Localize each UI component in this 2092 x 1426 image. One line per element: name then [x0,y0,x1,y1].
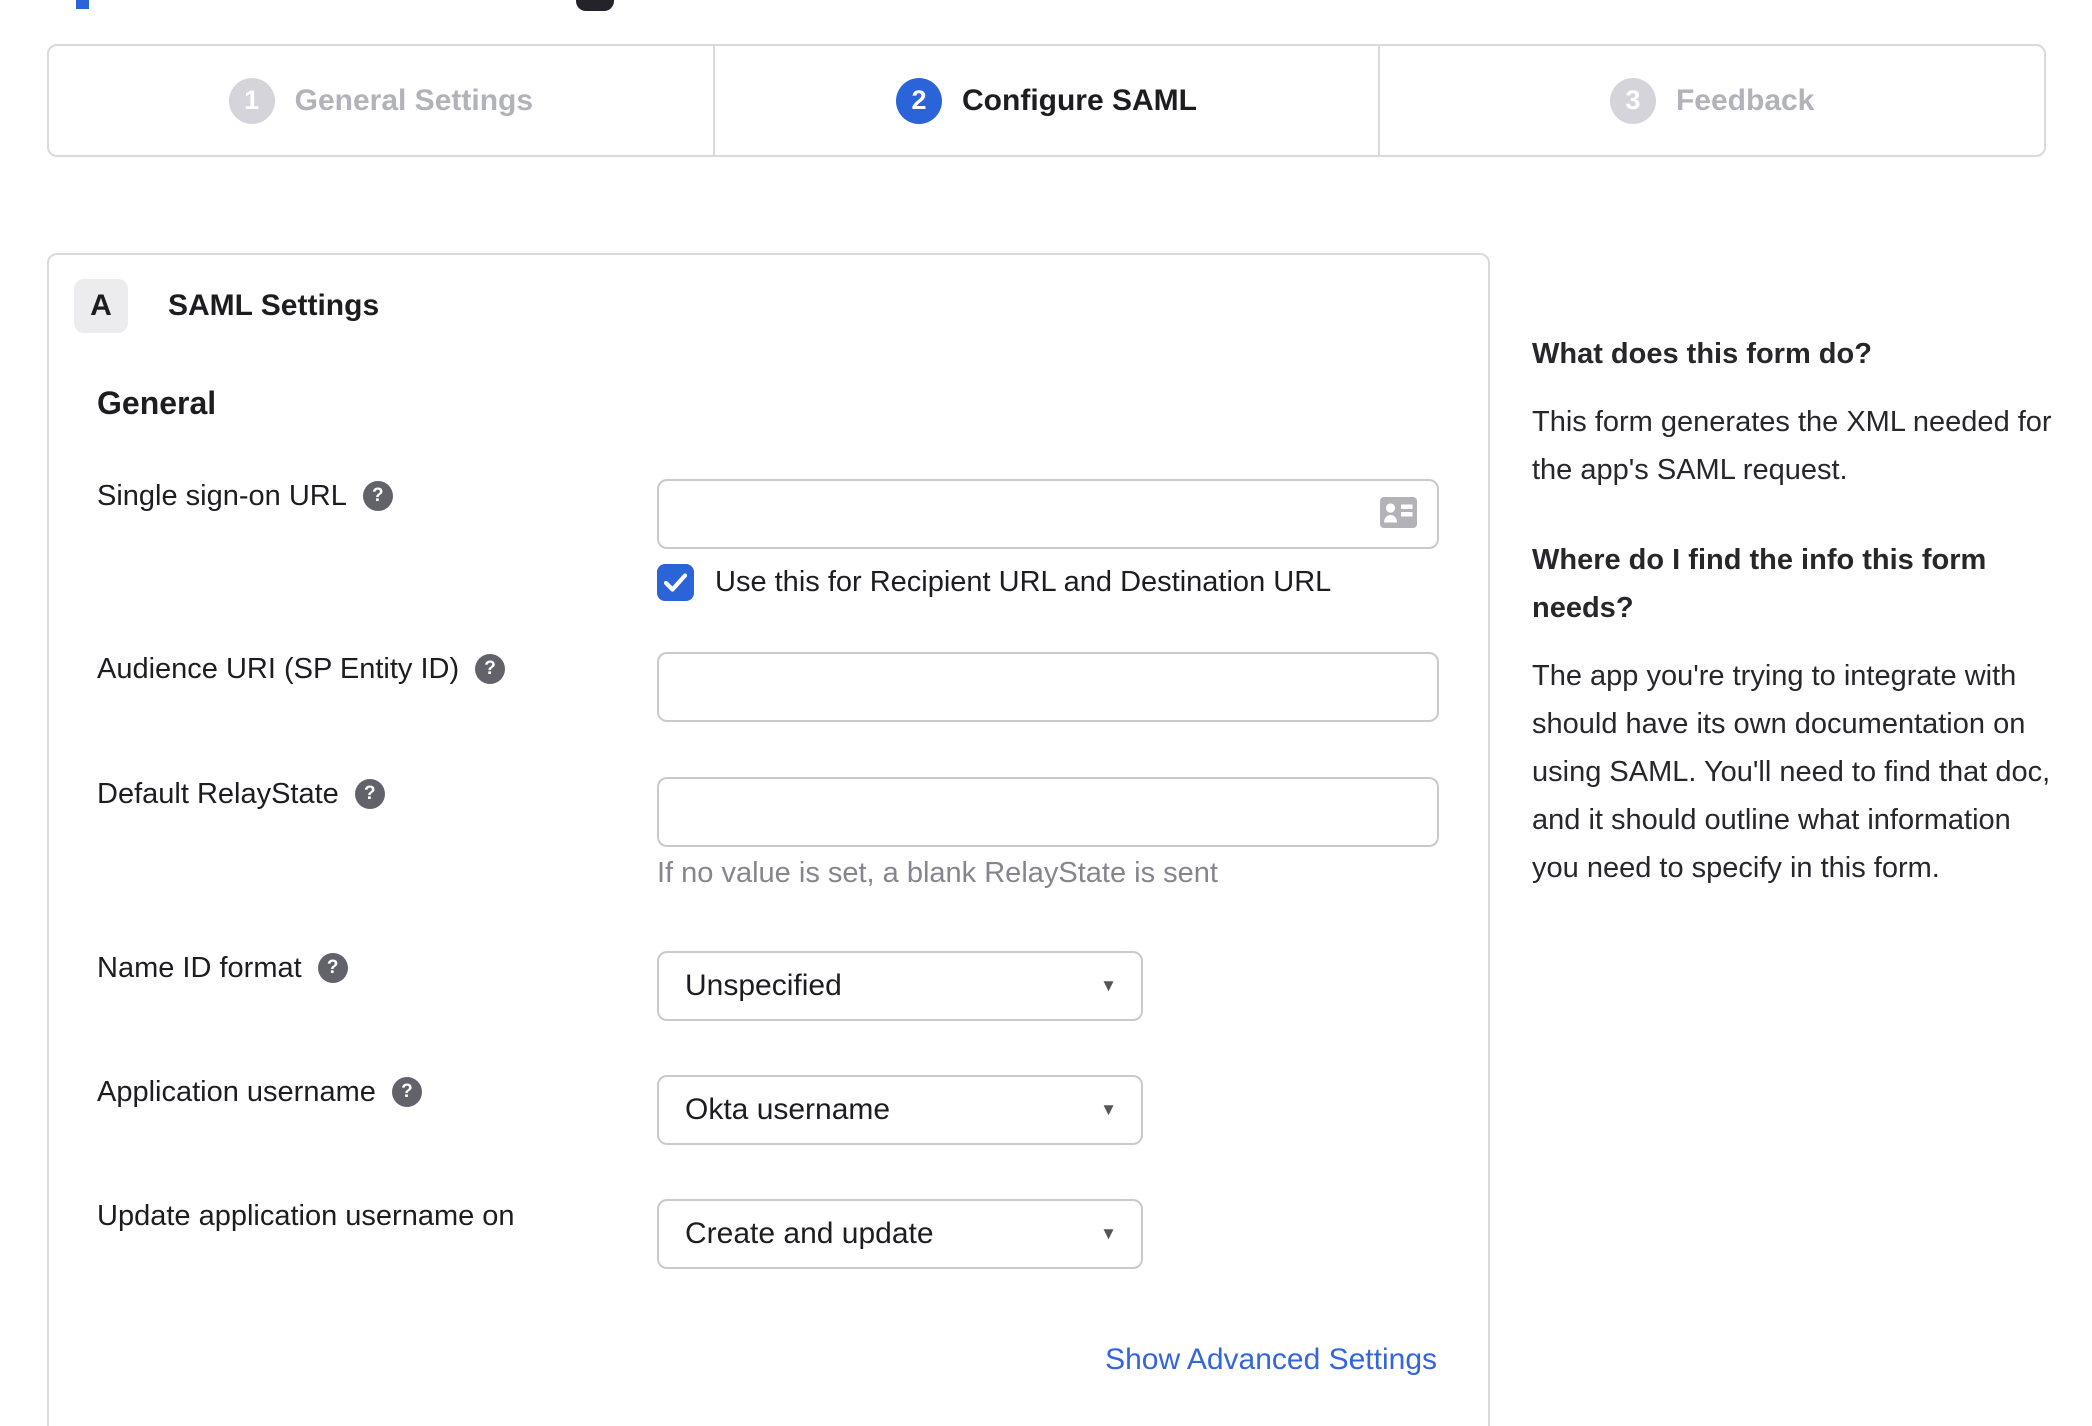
help-icon[interactable]: ? [391,1077,422,1107]
chevron-down-icon: ▼ [1100,1224,1117,1243]
step-number-badge: 3 [1609,77,1656,124]
help-section-what: What does this form do? This form genera… [1532,330,2056,494]
use-for-recipient-destination-checkbox[interactable] [657,564,694,601]
contact-card-icon [1380,497,1417,528]
help-body: This form generates the XML needed for t… [1532,406,2052,486]
help-icon[interactable]: ? [475,654,506,684]
relaystate-hint: If no value is set, a blank RelayState i… [657,857,1218,889]
step-label: Configure SAML [962,83,1197,117]
checkbox-label: Use this for Recipient URL and Destinati… [715,566,1332,598]
help-body: The app you're trying to integrate with … [1532,660,2051,884]
default-relaystate-input[interactable] [657,777,1439,847]
panel-header: A SAML Settings [49,255,1488,333]
update-application-username-label: Update application username on [97,1200,515,1232]
help-heading: Where do I find the info this form needs… [1532,544,1987,624]
name-id-format-row: Name ID format ? Unspecified ▼ [97,951,1488,1021]
step-label: General Settings [294,83,534,117]
step-feedback[interactable]: 3 Feedback [1378,46,2044,155]
single-sign-on-url-input[interactable] [657,479,1439,549]
help-icon[interactable]: ? [317,953,348,983]
step-label: Feedback [1675,83,1815,117]
help-sidebar: What does this form do? This form genera… [1532,330,2056,892]
update-application-username-row: Update application username on Create an… [97,1199,1488,1269]
section-a-badge: A [74,279,128,333]
step-number-badge: 1 [228,77,275,124]
show-advanced-settings-link[interactable]: Show Advanced Settings [1105,1343,1437,1376]
audience-uri-row: Audience URI (SP Entity ID) ? [97,652,1488,722]
advanced-settings-row: Show Advanced Settings [97,1343,1488,1377]
default-relaystate-row: Default RelayState ? If no value is set,… [97,777,1488,890]
cutoff-dark-artifact [576,0,614,11]
chevron-down-icon: ▼ [1100,1100,1117,1119]
checkmark-icon [664,573,687,592]
help-heading: What does this form do? [1532,338,1872,370]
cutoff-blue-artifact [76,0,89,9]
general-section-title: General [97,385,217,421]
audience-uri-input[interactable] [657,652,1439,722]
single-sign-on-url-label: Single sign-on URL [97,480,347,512]
application-username-select[interactable]: Okta username ▼ [657,1075,1143,1145]
update-application-username-select[interactable]: Create and update ▼ [657,1199,1143,1269]
help-section-where: Where do I find the info this form needs… [1532,536,2056,892]
step-general-settings[interactable]: 1 General Settings [49,46,713,155]
select-value: Unspecified [685,969,842,1002]
saml-settings-panel: A SAML Settings General Single sign-on U… [47,253,1490,1426]
select-value: Okta username [685,1093,891,1126]
default-relaystate-label: Default RelayState [97,778,339,810]
help-icon[interactable]: ? [354,779,385,809]
name-id-format-label: Name ID format [97,952,302,984]
audience-uri-label: Audience URI (SP Entity ID) [97,653,460,685]
single-sign-on-url-row: Single sign-on URL ? Use this for Recipi… [97,479,1488,601]
name-id-format-select[interactable]: Unspecified ▼ [657,951,1143,1021]
application-username-row: Application username ? Okta username ▼ [97,1075,1488,1145]
wizard-stepper: 1 General Settings 2 Configure SAML 3 Fe… [47,44,2046,157]
panel-title: SAML Settings [168,289,380,322]
help-icon[interactable]: ? [362,481,393,511]
step-configure-saml[interactable]: 2 Configure SAML [712,46,1379,155]
application-username-label: Application username [97,1076,376,1108]
chevron-down-icon: ▼ [1100,976,1117,995]
step-number-badge: 2 [896,77,943,124]
select-value: Create and update [685,1217,934,1250]
